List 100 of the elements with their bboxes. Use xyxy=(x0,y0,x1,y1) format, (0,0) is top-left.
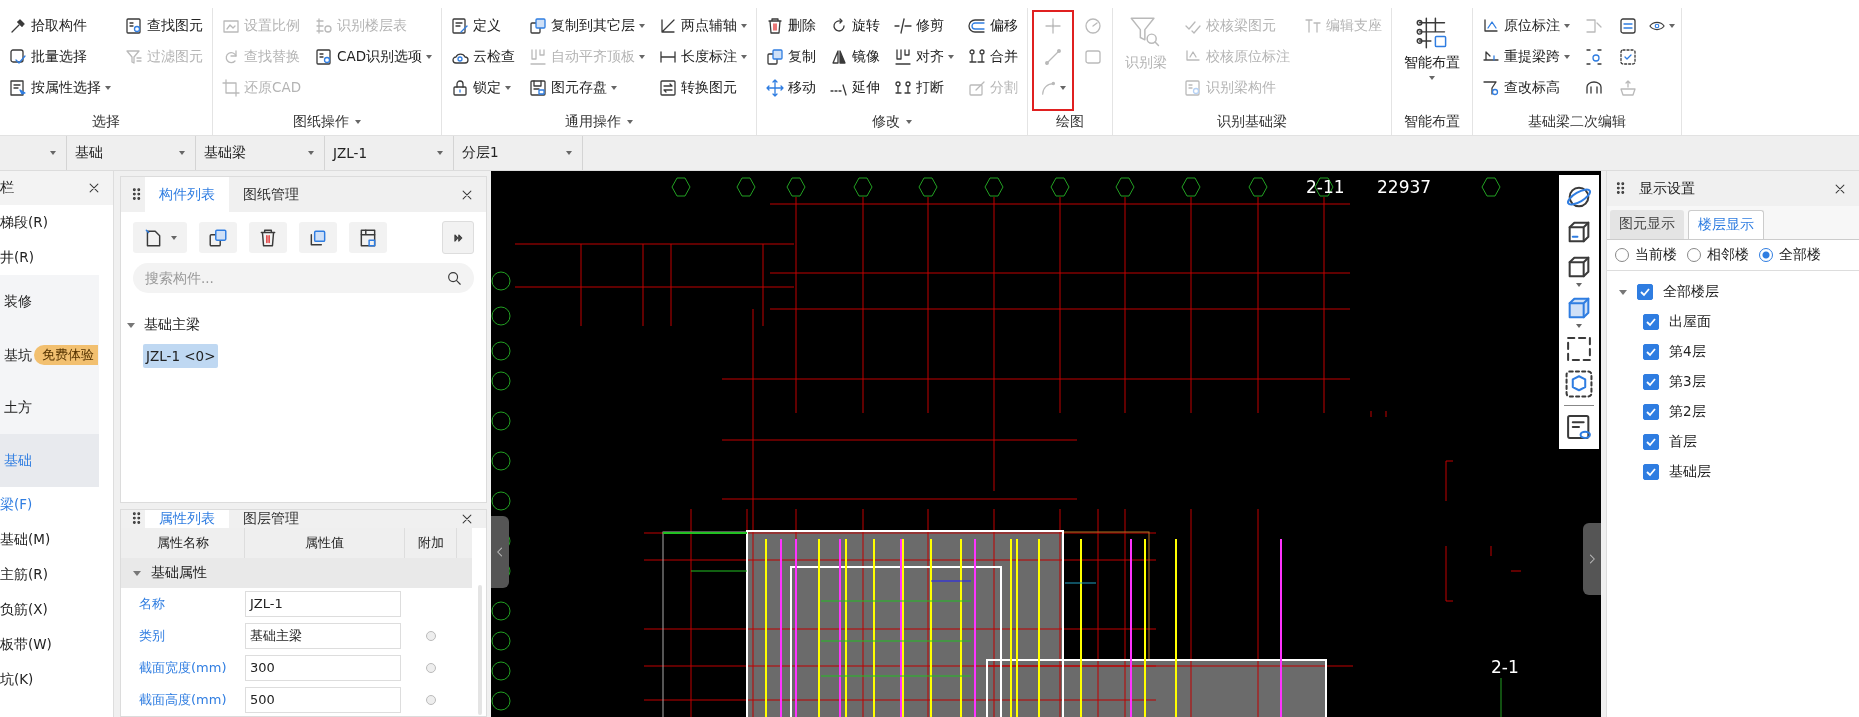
property-value-field[interactable]: 基础主梁 xyxy=(245,623,401,649)
ribbon-button[interactable]: 删除 xyxy=(763,12,820,40)
close-icon[interactable] xyxy=(460,512,474,526)
ribbon-button[interactable]: 移动 xyxy=(763,74,820,102)
expand-icon[interactable] xyxy=(1619,289,1627,295)
sidebar-item[interactable]: 基坑 xyxy=(4,344,32,365)
dropdown[interactable]: 基础梁 xyxy=(196,136,325,170)
sidebar-item[interactable]: 板带(W) xyxy=(0,627,113,662)
caret-icon xyxy=(639,24,646,28)
tree-item[interactable]: 基础主梁 xyxy=(141,312,203,338)
sidebar-item[interactable]: 坑(K) xyxy=(0,662,113,697)
sidebar-item[interactable]: 土方 xyxy=(0,381,99,434)
trial-badge[interactable]: 免费体验 xyxy=(34,344,98,365)
ribbon-button[interactable]: 延伸 xyxy=(827,74,884,102)
sidebar-item[interactable]: 梯段(R) xyxy=(0,205,113,240)
search-field[interactable]: 搜索构件... xyxy=(133,263,474,293)
caret-icon xyxy=(105,86,111,90)
ribbon-group-label: 修改 xyxy=(872,113,901,131)
panel-title: 显示设置 xyxy=(1639,179,1695,198)
checkbox[interactable] xyxy=(1637,284,1653,300)
sidebar-item[interactable]: 主筋(R) xyxy=(0,557,113,592)
convert-icon xyxy=(659,79,678,97)
attach-toggle[interactable] xyxy=(426,631,436,641)
caret-icon xyxy=(1564,24,1571,28)
property-value-field[interactable]: JZL-1 xyxy=(245,591,401,617)
toolbar-button[interactable] xyxy=(249,222,287,253)
sidebar-item[interactable]: 基础 xyxy=(0,434,99,487)
checkbox[interactable] xyxy=(1643,434,1659,450)
rectangle-icon xyxy=(1084,48,1103,66)
expand-icon[interactable] xyxy=(127,322,135,328)
panel-tab[interactable]: 图元显示 xyxy=(1610,210,1684,239)
funnel-icon xyxy=(125,48,143,66)
ribbon-button[interactable]: 复制 xyxy=(763,43,820,71)
caret-icon xyxy=(437,151,443,155)
attach-toggle[interactable] xyxy=(426,695,436,705)
ribbon-button[interactable]: 修剪 xyxy=(891,12,958,40)
collapse-handle[interactable] xyxy=(491,516,509,588)
checkbox[interactable] xyxy=(1643,314,1659,330)
checkbox[interactable] xyxy=(1643,374,1659,390)
dropdown[interactable]: 分层1 xyxy=(454,136,583,170)
property-value-field[interactable]: 500 xyxy=(245,687,401,713)
sidebar-item[interactable]: 负筋(X) xyxy=(0,592,113,627)
ribbon-button[interactable]: 云检查 xyxy=(448,43,519,71)
panel-tab[interactable]: 图纸管理 xyxy=(229,177,313,212)
property-value-field[interactable]: 300 xyxy=(245,655,401,681)
collapse-handle[interactable] xyxy=(1583,523,1601,595)
toolbar-button[interactable] xyxy=(199,222,237,253)
ribbon-button[interactable]: 镜像 xyxy=(827,43,884,71)
ribbon-button[interactable]: 两点辅轴 xyxy=(656,12,751,40)
expand-button[interactable] xyxy=(442,221,474,254)
dashed-cube-icon[interactable] xyxy=(1565,370,1593,398)
ribbon-button[interactable]: 智能布置 xyxy=(1398,12,1467,84)
checkbox[interactable] xyxy=(1643,404,1659,420)
ribbon-button[interactable]: CAD识别选项 xyxy=(312,43,436,71)
ribbon-button[interactable]: 原位标注 xyxy=(1479,12,1574,40)
sidebar-item[interactable]: 井(R) xyxy=(0,240,113,275)
group-row[interactable]: 基础属性 xyxy=(121,558,472,588)
sidebar-item[interactable]: 梁(F) xyxy=(0,487,113,522)
tree-item[interactable]: JZL-1 <0> xyxy=(143,344,219,368)
ribbon-button[interactable]: 长度标注 xyxy=(656,43,751,71)
ribbon-group-label: 智能布置 xyxy=(1404,113,1461,131)
new-button[interactable] xyxy=(133,222,187,253)
sidebar-item[interactable]: 基础(M) xyxy=(0,522,113,557)
panel-tab[interactable]: 构件列表 xyxy=(145,177,229,212)
ribbon-button[interactable]: 查改标高 xyxy=(1479,74,1574,102)
attach-toggle[interactable] xyxy=(426,663,436,673)
sidebar-item[interactable]: 装修 xyxy=(0,275,99,328)
toolbar-button[interactable] xyxy=(349,222,387,253)
checkbox[interactable] xyxy=(1643,344,1659,360)
caret-icon xyxy=(1669,24,1676,28)
ribbon-button[interactable]: 复制到其它层 xyxy=(526,12,649,40)
dropdown[interactable]: JZL-1 xyxy=(325,136,454,170)
copy-icon xyxy=(208,227,228,248)
property-name: 类别 xyxy=(138,627,166,645)
close-icon[interactable] xyxy=(87,181,101,195)
list-eye-icon[interactable] xyxy=(1565,413,1593,441)
radio-button[interactable] xyxy=(1759,248,1773,262)
ribbon-button[interactable]: 图元存盘 xyxy=(526,74,649,102)
panel-tab[interactable]: 楼层显示 xyxy=(1688,210,1764,239)
ribbon-button[interactable]: 合并 xyxy=(965,43,1022,71)
ribbon-button[interactable]: 旋转 xyxy=(827,12,884,40)
ribbon-button[interactable]: 批量选择 xyxy=(6,43,114,71)
ribbon-button[interactable]: 对齐 xyxy=(891,43,958,71)
checkbox[interactable] xyxy=(1643,464,1659,480)
panel-tab[interactable]: 属性列表 xyxy=(145,510,229,528)
ribbon-button[interactable]: 查找图元 xyxy=(122,12,206,40)
expand-icon[interactable] xyxy=(133,570,141,576)
ribbon-button[interactable]: 定义 xyxy=(448,12,519,40)
ribbon-button[interactable]: 转换图元 xyxy=(656,74,751,102)
dashed-frame-icon[interactable] xyxy=(1565,335,1593,363)
ribbon-button[interactable]: 拾取构件 xyxy=(6,12,114,40)
dotted-target-icon xyxy=(1585,48,1604,66)
pen-document-icon xyxy=(451,17,470,35)
ribbon-button[interactable]: 偏移 xyxy=(965,12,1022,40)
ribbon-button[interactable]: 重提梁跨 xyxy=(1479,43,1574,71)
ribbon-button[interactable]: 打断 xyxy=(891,74,958,102)
ribbon-button[interactable]: 按属性选择 xyxy=(6,74,114,102)
panel-tab[interactable]: 图层管理 xyxy=(229,510,313,528)
ribbon-button[interactable]: 锁定 xyxy=(448,74,519,102)
dropdown[interactable]: 基础 xyxy=(67,136,196,170)
